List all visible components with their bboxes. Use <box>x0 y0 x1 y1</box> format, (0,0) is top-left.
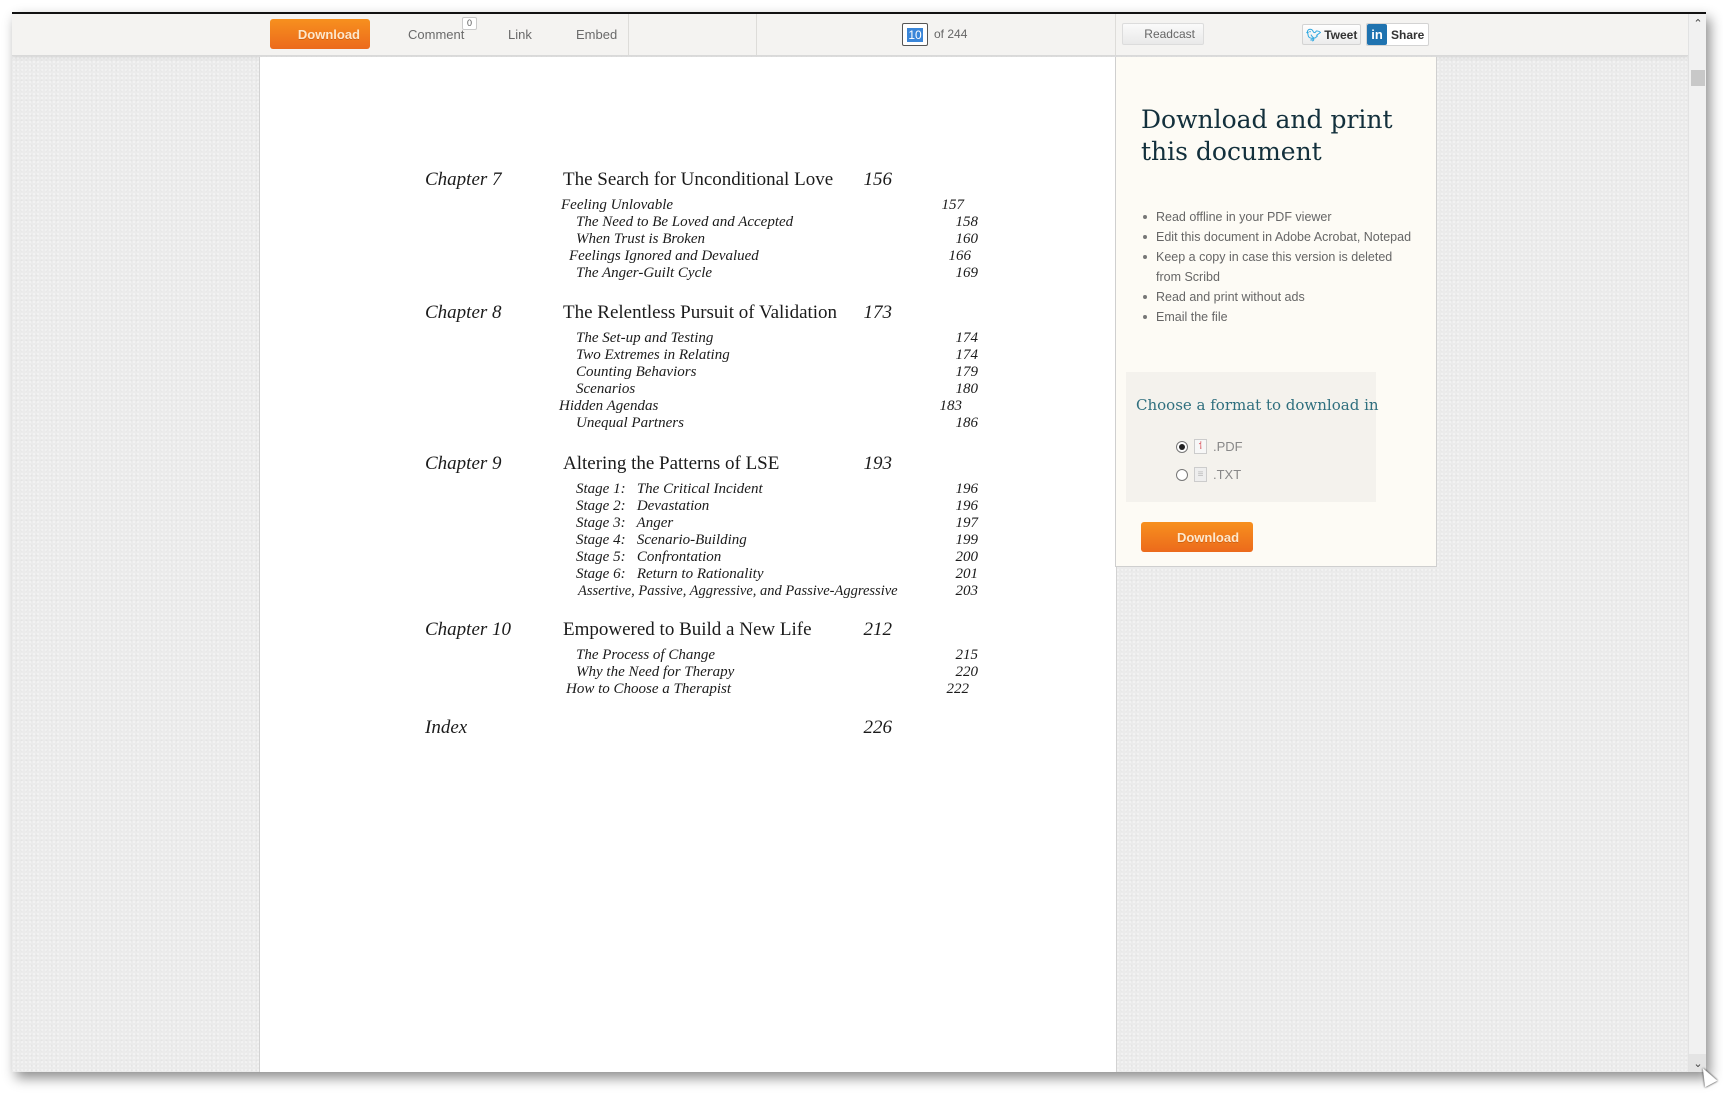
page-number-input[interactable]: 10 <box>902 23 928 46</box>
scrollbar-thumb[interactable] <box>1691 70 1705 86</box>
pdf-label: .PDF <box>1213 439 1243 454</box>
scroll-up-arrow-icon[interactable]: ⌃ <box>1689 14 1706 32</box>
panel-heading: Download and print this document <box>1141 105 1393 166</box>
benefit-item: Keep a copy in case this version is dele… <box>1143 247 1416 287</box>
benefits-list: Read offline in your PDF viewer Edit thi… <box>1141 207 1416 327</box>
section-title: Assertive, Passive, Aggressive, and Pass… <box>578 583 898 599</box>
pdf-file-icon: ⸶ <box>1194 439 1207 454</box>
chapter-label: Chapter 10 <box>425 619 512 640</box>
benefit-item: Edit this document in Adobe Acrobat, Not… <box>1143 227 1416 247</box>
section-page: 220 <box>955 664 979 680</box>
comment-count-badge: 0 <box>462 17 478 30</box>
section-page: 199 <box>955 532 979 548</box>
benefit-item: Read offline in your PDF viewer <box>1143 207 1416 227</box>
section-page: 215 <box>955 647 979 663</box>
benefit-item: Read and print without ads <box>1143 287 1416 307</box>
section-title: Stage 4: Scenario-Building <box>576 532 747 548</box>
chapter-label: Chapter 7 <box>425 169 502 190</box>
section-title: How to Choose a Therapist <box>566 681 732 697</box>
format-title: Choose a format to download in <box>1136 396 1379 414</box>
section-page: 196 <box>955 498 979 514</box>
section-title: Stage 1: The Critical Incident <box>576 481 763 497</box>
txt-file-icon: ≡ <box>1194 467 1207 482</box>
toolbar-download-button[interactable]: Download <box>270 19 370 49</box>
chapter-title: Altering the Patterns of LSE <box>563 453 780 474</box>
chapter-page: 156 <box>863 169 893 190</box>
section-title: The Set-up and Testing <box>576 330 714 346</box>
readcast-button[interactable]: Readcast <box>1122 23 1204 45</box>
section-page: 174 <box>955 330 979 346</box>
txt-radio[interactable] <box>1176 468 1188 481</box>
section-title: Hidden Agendas <box>559 398 659 414</box>
section-page: 222 <box>946 681 970 697</box>
section-title: Stage 2: Devastation <box>576 498 710 514</box>
section-title: Scenarios <box>576 381 636 397</box>
panel-download-button[interactable]: Download <box>1141 522 1253 552</box>
section-title: Stage 5: Confrontation <box>576 549 722 565</box>
chapter-title: The Relentless Pursuit of Validation <box>563 302 838 323</box>
section-title: Stage 6: Return to Rationality <box>576 566 764 582</box>
section-title: Feelings Ignored and Devalued <box>569 248 759 264</box>
section-page: 179 <box>955 364 979 380</box>
section-page: 166 <box>948 248 972 264</box>
pdf-radio[interactable] <box>1176 440 1188 453</box>
format-option-txt[interactable]: ≡ .TXT <box>1176 467 1241 482</box>
chapter-page: 173 <box>863 302 893 323</box>
document-toolbar: Download Comment 0 Link Embed 10 of 244 … <box>12 14 1688 56</box>
section-title: Two Extremes in Relating <box>576 347 730 363</box>
page-total: of 244 <box>934 27 968 41</box>
section-title: The Anger-Guilt Cycle <box>576 265 713 281</box>
page-number-value: 10 <box>907 27 923 42</box>
chapter-label: Chapter 8 <box>425 302 502 323</box>
linkedin-share-button[interactable]: in Share <box>1366 23 1429 46</box>
chapter-label: Chapter 9 <box>425 453 502 474</box>
toolbar-divider <box>1115 14 1116 55</box>
section-title: When Trust is Broken <box>576 231 706 247</box>
tweet-button[interactable]: 🐦︎ Tweet <box>1302 24 1361 45</box>
format-option-pdf[interactable]: ⸶ .PDF <box>1176 439 1243 454</box>
section-page: 180 <box>955 381 979 397</box>
linkedin-icon: in <box>1367 24 1387 45</box>
comment-button[interactable]: Comment <box>408 14 464 55</box>
benefit-item: Email the file <box>1143 307 1416 327</box>
index-page: 226 <box>863 717 893 738</box>
section-page: 174 <box>955 347 979 363</box>
section-page: 158 <box>955 214 979 230</box>
section-page: 157 <box>941 197 965 213</box>
section-title: Feeling Unlovable <box>561 197 674 213</box>
section-page: 160 <box>955 231 979 247</box>
twitter-bird-icon: 🐦︎ <box>1306 27 1322 42</box>
txt-label: .TXT <box>1213 467 1242 482</box>
section-title: Why the Need for Therapy <box>576 664 735 680</box>
section-title: Stage 3: Anger <box>576 515 674 531</box>
section-title: Unequal Partners <box>576 415 684 431</box>
section-title: Counting Behaviors <box>576 364 697 380</box>
share-label: Share <box>1391 27 1425 42</box>
format-chooser: Choose a format to download in ⸶ .PDF ≡ … <box>1126 372 1379 502</box>
section-page: 169 <box>955 265 979 281</box>
section-page: 197 <box>955 515 979 531</box>
section-page: 196 <box>955 481 979 497</box>
document-page: Chapter 7 The Search for Unconditional L… <box>259 57 1117 1072</box>
section-page: 201 <box>955 566 979 582</box>
section-page: 200 <box>955 549 979 565</box>
embed-button[interactable]: Embed <box>576 14 617 55</box>
section-title: The Process of Change <box>576 647 716 663</box>
section-page: 183 <box>939 398 963 414</box>
chapter-title: Empowered to Build a New Life <box>563 619 812 640</box>
vertical-scrollbar[interactable]: ⌃ ⌄ <box>1688 14 1706 1072</box>
section-page: 186 <box>955 415 979 431</box>
index-label: Index <box>425 717 468 738</box>
chapter-page: 193 <box>863 453 893 474</box>
chapter-page: 212 <box>863 619 893 640</box>
section-page: 203 <box>955 583 979 599</box>
download-panel: Download and print this document Read of… <box>1115 57 1437 567</box>
link-button[interactable]: Link <box>508 14 532 55</box>
tweet-label: Tweet <box>1324 27 1358 42</box>
toolbar-divider <box>756 14 757 55</box>
chapter-title: The Search for Unconditional Love <box>563 169 834 190</box>
section-title: The Need to Be Loved and Accepted <box>576 214 794 230</box>
browser-window: Download Comment 0 Link Embed 10 of 244 … <box>12 12 1706 1072</box>
toolbar-divider <box>628 14 629 55</box>
